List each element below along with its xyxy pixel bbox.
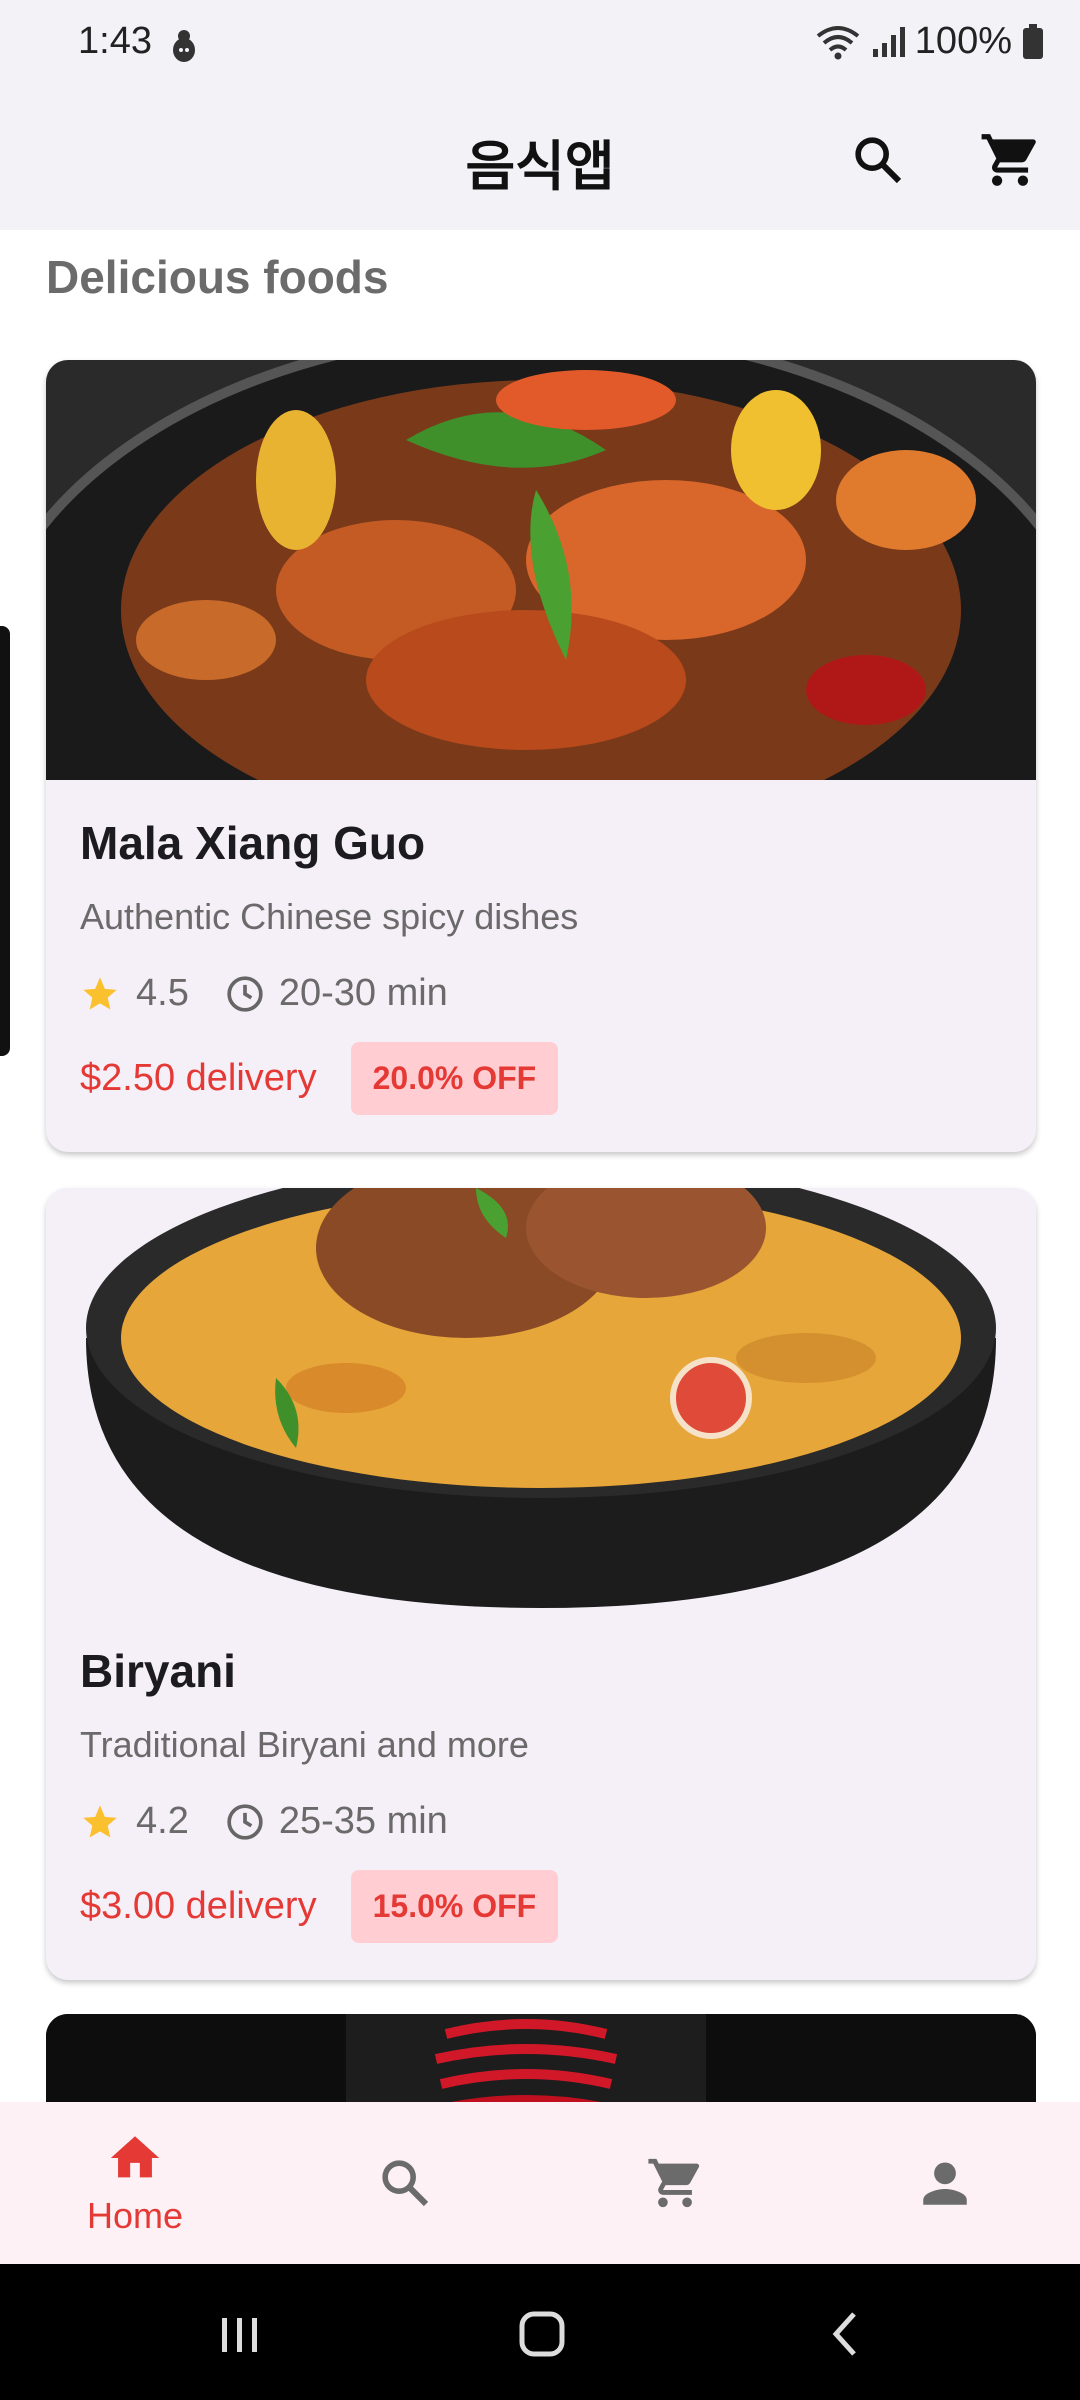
star-icon [83,976,117,1009]
cart-button[interactable] [970,120,1050,200]
edge-panel-handle[interactable] [0,626,10,1056]
app-bar: 음식앱 [0,90,1080,230]
restaurant-name: Mala Xiang Guo [80,817,426,869]
rating: 4.2 [136,1800,189,1842]
recent-apps-icon[interactable] [210,2304,270,2364]
restaurant-card-mala-xiang-guo[interactable]: Mala Xiang Guo Authentic Chinese spicy d… [46,360,1036,1152]
bottom-navigation: Home [0,2102,1080,2264]
search-button[interactable] [838,120,918,200]
cart-icon [981,134,1036,186]
back-icon[interactable] [816,2304,876,2364]
discount-badge: 20.0% OFF [350,1042,559,1115]
search-icon [855,137,902,184]
nav-home-label: Home [86,2195,184,2236]
home-button-icon[interactable] [512,2304,572,2364]
signal-icon [872,26,905,57]
delivery-time: 25-35 min [278,1800,448,1842]
nav-profile[interactable] [810,2102,1080,2264]
discount-badge: 15.0% OFF [350,1870,559,1943]
delivery-fee: $2.50 delivery [80,1057,317,1099]
clock-icon [227,975,263,1012]
nav-cart[interactable] [540,2102,810,2264]
nav-search[interactable] [270,2102,540,2264]
status-bar: 1:43 100% [0,0,1080,90]
meta-row: 4.5 20-30 min [80,972,448,1015]
delivery-fee: $3.00 delivery [80,1885,317,1927]
status-time: 1:43 [78,20,152,62]
delivery-time: 20-30 min [278,972,448,1014]
app-title: 음식앱 [465,135,615,198]
notification-icon [173,30,195,62]
section-title: Delicious foods [46,251,389,303]
restaurant-name: Biryani [80,1645,236,1697]
card-body: Biryani Traditional Biryani and more 4.2… [46,1608,1036,1980]
battery-percent: 100% [914,20,1012,62]
meta-row: 4.2 25-35 min [80,1800,448,1843]
restaurant-description: Authentic Chinese spicy dishes [80,896,579,937]
card-body: Mala Xiang Guo Authentic Chinese spicy d… [46,780,1036,1152]
home-icon [110,2136,160,2178]
nav-home[interactable]: Home [0,2102,270,2264]
rating: 4.5 [136,972,189,1014]
food-image-biryani [46,1188,1036,1608]
system-navigation-bar [0,2264,1080,2400]
price-row: $3.00 delivery 15.0% OFF [80,1870,559,1943]
clock-icon [227,1803,263,1840]
price-row: $2.50 delivery 20.0% OFF [80,1042,559,1115]
restaurant-card-biryani[interactable]: Biryani Traditional Biryani and more 4.2… [46,1188,1036,1980]
star-icon [83,1804,117,1837]
status-indicators: 100% [815,20,1044,63]
battery-icon [1023,23,1043,59]
person-icon [923,2162,967,2205]
restaurant-description: Traditional Biryani and more [80,1724,529,1765]
cart-icon [648,2158,700,2208]
wifi-icon [816,25,860,59]
search-icon [382,2160,429,2207]
food-image-mala-xiang-guo [46,360,1036,780]
